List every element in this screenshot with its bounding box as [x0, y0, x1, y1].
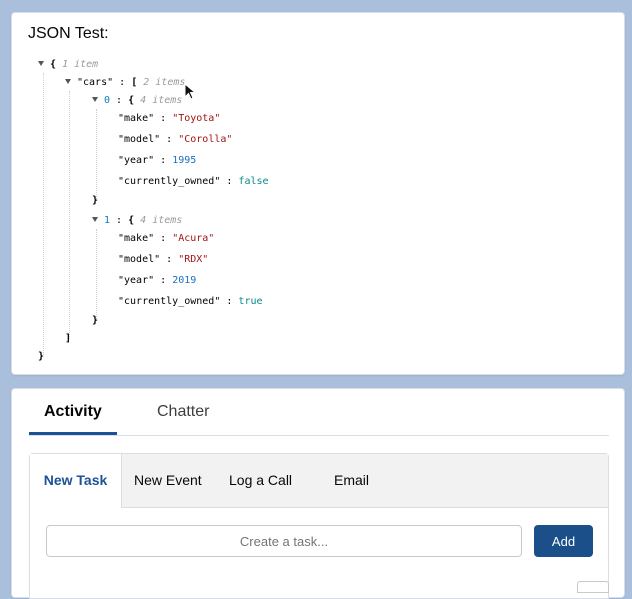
cars-key: "cars"	[77, 77, 114, 88]
caret-down-icon[interactable]	[92, 97, 98, 102]
tab-chatter[interactable]: Chatter	[157, 403, 209, 421]
field-value: true	[238, 296, 263, 307]
field-key: "model"	[118, 254, 161, 265]
create-task-input[interactable]	[46, 525, 522, 557]
tree-field-row: "make" : "Toyota"	[118, 113, 221, 124]
tree-guide	[43, 73, 44, 355]
json-test-card: JSON Test: { 1 item "cars" : [ 2 items 0…	[11, 12, 625, 375]
subtab-email[interactable]: Email	[334, 454, 369, 507]
tree-guide	[96, 109, 97, 201]
tree-item-row[interactable]: 1 : { 4 items	[92, 215, 182, 227]
tree-root-row[interactable]: { 1 item	[38, 59, 98, 71]
item-index: 1	[104, 215, 111, 226]
tree-close-brace: }	[38, 351, 45, 362]
activity-card: Activity Chatter New Task New Event Log …	[11, 388, 625, 599]
tree-close-brace: }	[92, 195, 99, 206]
field-value: "Acura"	[172, 233, 215, 244]
item-count: 4 items	[140, 95, 183, 106]
field-key: "model"	[118, 134, 161, 145]
tree-field-row: "year" : 2019	[118, 275, 197, 286]
cars-item-count: 2 items	[143, 77, 186, 88]
field-key: "make"	[118, 113, 155, 124]
field-key: "currently_owned"	[118, 296, 221, 307]
subtab-log-a-call[interactable]: Log a Call	[229, 454, 292, 507]
scroll-control[interactable]	[577, 581, 609, 593]
tree-field-row: "year" : 1995	[118, 155, 197, 166]
field-value: 1995	[172, 155, 197, 166]
subtab-new-task[interactable]: New Task	[30, 454, 122, 508]
card-title: JSON Test:	[28, 25, 109, 42]
tree-guide	[96, 229, 97, 321]
tree-item-row[interactable]: 0 : { 4 items	[92, 95, 182, 107]
field-value: "RDX"	[178, 254, 209, 265]
field-key: "year"	[118, 275, 155, 286]
field-value: 2019	[172, 275, 197, 286]
item-index: 0	[104, 95, 111, 106]
field-value: "Corolla"	[178, 134, 233, 145]
caret-down-icon[interactable]	[65, 79, 71, 84]
tree-field-row: "model" : "RDX"	[118, 254, 209, 265]
tree-field-row: "currently_owned" : true	[118, 296, 263, 307]
tree-guide	[69, 91, 70, 339]
add-button[interactable]: Add	[534, 525, 593, 557]
field-key: "currently_owned"	[118, 176, 221, 187]
caret-down-icon[interactable]	[92, 217, 98, 222]
publisher-panel: New Task New Event Log a Call Email Add	[29, 453, 609, 599]
caret-down-icon[interactable]	[38, 61, 44, 66]
tree-field-row: "currently_owned" : false	[118, 176, 269, 187]
field-key: "year"	[118, 155, 155, 166]
tree-close-bracket: ]	[65, 333, 72, 344]
tree-cars-row[interactable]: "cars" : [ 2 items	[65, 77, 185, 89]
field-key: "make"	[118, 233, 155, 244]
field-value: "Toyota"	[172, 113, 221, 124]
tree-field-row: "make" : "Acura"	[118, 233, 215, 244]
item-count: 4 items	[140, 215, 183, 226]
publisher-tabs: New Task New Event Log a Call Email	[30, 454, 608, 508]
subtab-new-event[interactable]: New Event	[134, 454, 202, 507]
field-value: false	[238, 176, 269, 187]
tab-activity[interactable]: Activity	[44, 403, 102, 421]
tree-close-brace: }	[92, 315, 99, 326]
root-item-count: 1 item	[62, 59, 99, 70]
tab-divider	[29, 435, 609, 436]
tree-field-row: "model" : "Corolla"	[118, 134, 233, 145]
mouse-pointer-icon	[184, 83, 197, 100]
